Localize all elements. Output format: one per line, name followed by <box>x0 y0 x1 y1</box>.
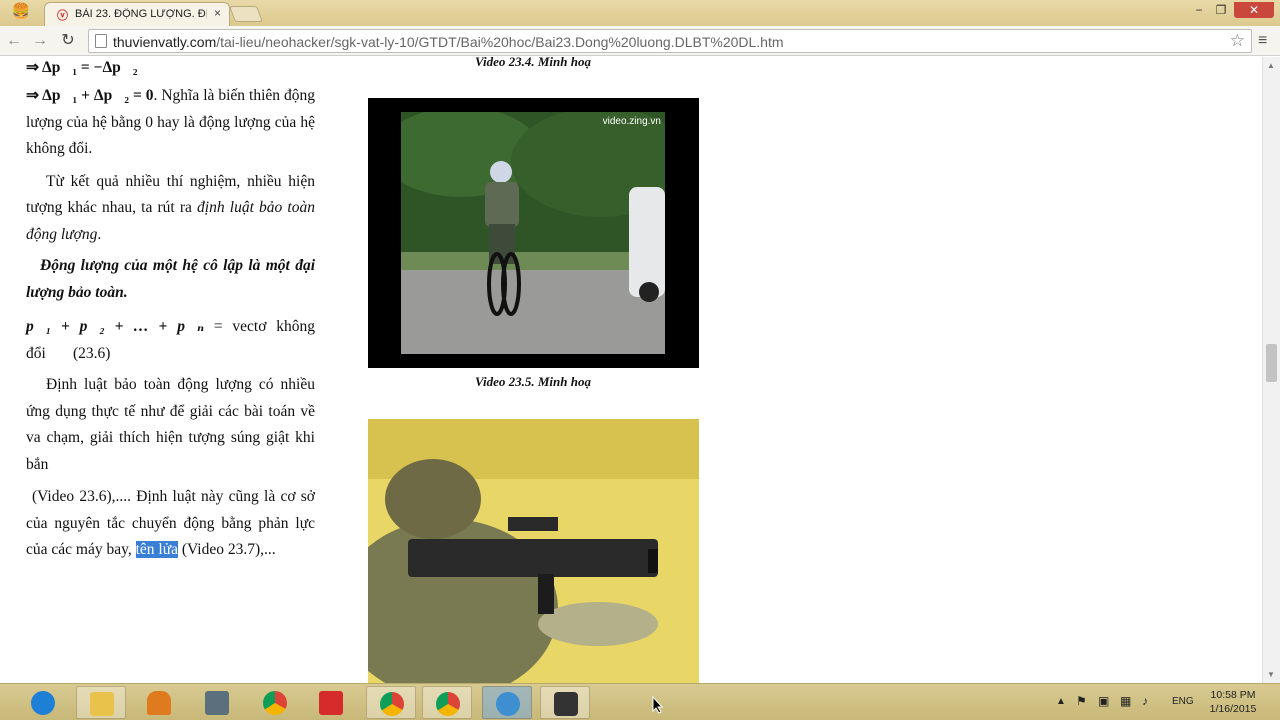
menu-icon[interactable]: ≡ <box>1258 32 1267 50</box>
browser-toolbar: ← → ↻ thuvienvatly.com/tai-lieu/neohacke… <box>0 26 1280 56</box>
video-23-5-player[interactable]: video.zing.vn <box>368 98 699 368</box>
maximize-button[interactable]: ❐ <box>1210 2 1232 18</box>
url-text[interactable]: thuvienvatly.com/tai-lieu/neohacker/sgk-… <box>113 34 784 50</box>
ie-taskbar-button[interactable] <box>18 686 68 719</box>
forward-arrow-icon[interactable]: → <box>30 31 50 51</box>
globe-app-taskbar-button[interactable] <box>482 686 532 719</box>
vertical-scrollbar[interactable]: ▲ ▼ <box>1262 57 1280 683</box>
burger-logo-icon: 🍔 <box>11 3 31 20</box>
acrobat-icon <box>319 691 343 715</box>
calculator-taskbar-button[interactable] <box>192 686 242 719</box>
tab-title: BÀI 23. ĐỘNG LƯỢNG. ĐỊNH LUẬT <box>75 8 207 20</box>
url-host: thuvienvatly.com <box>113 34 217 50</box>
address-bar[interactable]: thuvienvatly.com/tai-lieu/neohacker/sgk-… <box>88 29 1252 53</box>
momentum-sum: p⃗₁ + p⃗₂ + … + p⃗ₙ <box>26 318 205 335</box>
clock-time: 10:58 PM <box>1210 689 1256 701</box>
paragraph-1: ⇒ Δp⃗₁ + Δp⃗₂ = 0. Nghĩa là biến thiên đ… <box>26 83 315 163</box>
equation-number: (23.6) <box>72 344 111 362</box>
paragraph-4: Định luật bảo toàn động lượng có nhiều ứ… <box>26 376 315 473</box>
soldier-rifle-scene-image <box>368 419 699 683</box>
network-icon[interactable]: ▦ <box>1120 694 1131 708</box>
page-viewport: ⇒ Δp⃗₁ = −Δp⃗₂ ⇒ Δp⃗₁ + Δp⃗₂ = 0. Nghĩa … <box>0 57 1262 683</box>
reload-icon[interactable]: ↻ <box>58 31 78 51</box>
url-path: /tai-lieu/neohacker/sgk-vat-ly-10/GTDT/B… <box>216 34 784 50</box>
scroll-down-icon[interactable]: ▼ <box>1267 670 1275 679</box>
volume-icon[interactable]: ♪ <box>1142 694 1148 708</box>
ie-icon <box>31 691 55 715</box>
equation-23-6: p⃗₁ + p⃗₂ + … + p⃗ₙ = vectơ không đổi (2… <box>26 314 315 367</box>
app-globe-icon <box>496 692 520 716</box>
flag-icon[interactable]: ⚑ <box>1076 694 1087 708</box>
chrome-window-3-button[interactable] <box>422 686 472 719</box>
equation-1: ⇒ Δp⃗₁ = −Δp⃗₂ <box>26 59 138 76</box>
caption-video-23-5: Video 23.5. Minh hoạ <box>475 374 591 389</box>
article-text-column: ⇒ Δp⃗₁ = −Δp⃗₂ ⇒ Δp⃗₁ + Δp⃗₂ = 0. Nghĩa … <box>26 57 315 564</box>
video-23-6-player[interactable] <box>368 419 699 683</box>
selected-text[interactable]: tên lửa <box>135 541 178 558</box>
chrome-window-2-button[interactable] <box>366 686 416 719</box>
scrollbar-thumb[interactable] <box>1266 344 1277 382</box>
favicon-icon: ⓥ <box>57 10 68 22</box>
paragraph-2-end: . <box>97 225 102 243</box>
tab-close-button[interactable]: × <box>214 6 221 20</box>
acrobat-taskbar-button[interactable] <box>306 686 356 719</box>
system-clock[interactable]: 10:58 PM 1/16/2015 <box>1196 688 1270 716</box>
mouse-cursor-icon <box>652 696 664 714</box>
chrome-icon <box>263 691 287 715</box>
new-tab-button[interactable] <box>229 6 263 22</box>
bookmark-star-icon[interactable]: ☆ <box>1230 31 1245 51</box>
close-window-button[interactable]: ✕ <box>1234 2 1274 18</box>
clock-date: 1/16/2015 <box>1209 703 1257 715</box>
bicycle-scene-image <box>401 112 665 354</box>
paragraph-5-end: (Video 23.7),... <box>178 541 276 558</box>
chrome-taskbar-button[interactable] <box>250 686 300 719</box>
calculator-icon <box>205 691 229 715</box>
app-hat-icon <box>554 692 578 716</box>
explorer-taskbar-button[interactable] <box>76 686 126 719</box>
zing-watermark: video.zing.vn <box>602 116 661 127</box>
butterfly-taskbar-button[interactable] <box>134 686 184 719</box>
paragraph-2: Từ kết quả nhiều thí nghiệm, nhiều hiện … <box>26 169 315 249</box>
minimize-button[interactable]: − <box>1188 2 1210 18</box>
app-tray-icon[interactable]: ▣ <box>1098 694 1109 708</box>
windows-taskbar: ▲ ⚑ ▣ ▦ ♪ ENG 10:58 PM 1/16/2015 <box>0 683 1280 720</box>
tab-strip: 🍔 ⓥ BÀI 23. ĐỘNG LƯỢNG. ĐỊNH LUẬT × − ❐ … <box>0 0 1280 26</box>
back-arrow-icon[interactable]: ← <box>4 31 24 51</box>
chrome-icon <box>436 692 460 716</box>
page-icon <box>95 34 107 48</box>
butterfly-app-icon <box>147 691 171 715</box>
hat-app-taskbar-button[interactable] <box>540 686 590 719</box>
chrome-icon <box>380 692 404 716</box>
law-statement: Động lượng của một hệ cô lập là một đại … <box>26 257 315 301</box>
language-indicator[interactable]: ENG <box>1172 696 1194 707</box>
paragraph-5: (Video 23.6),.... Định luật này cũng là … <box>26 484 315 564</box>
caption-video-23-4: Video 23.4. Minh hoạ <box>475 57 591 69</box>
tray-expand-icon[interactable]: ▲ <box>1056 696 1066 707</box>
file-explorer-icon <box>90 692 114 716</box>
video-frame: video.zing.vn <box>401 112 665 354</box>
equation-2: ⇒ Δp⃗₁ + Δp⃗₂ = 0 <box>26 87 154 104</box>
browser-tab[interactable]: ⓥ BÀI 23. ĐỘNG LƯỢNG. ĐỊNH LUẬT × <box>44 2 230 26</box>
scroll-up-icon[interactable]: ▲ <box>1267 61 1275 70</box>
